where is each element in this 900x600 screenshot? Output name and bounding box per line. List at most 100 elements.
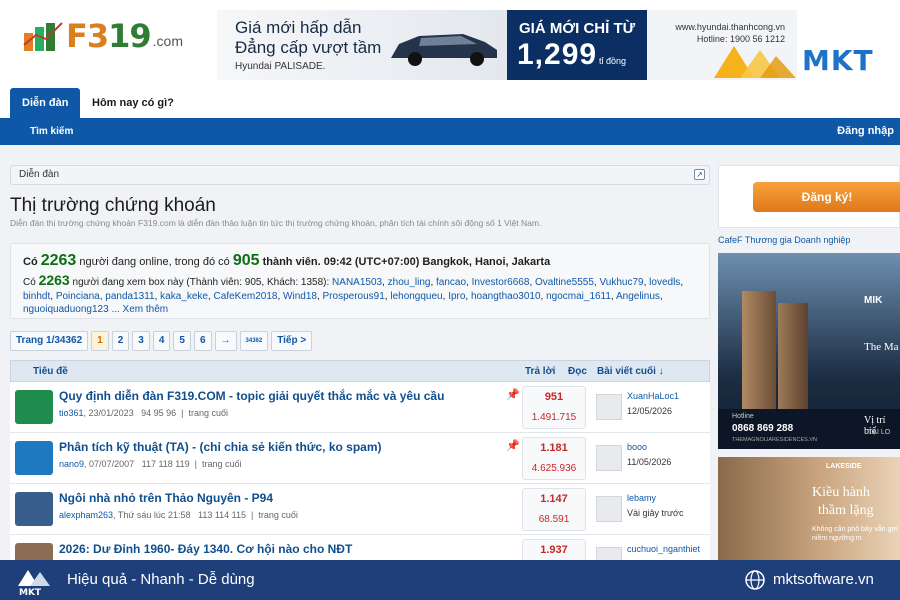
online-member-link[interactable]: panda1311 <box>105 291 154 302</box>
online-member-link[interactable]: fancao <box>436 277 466 288</box>
online-member-link[interactable]: kaka_keke <box>160 291 208 302</box>
tab-forum[interactable]: Diễn đàn <box>10 88 81 118</box>
breadcrumb-item-forum[interactable]: Diễn đàn <box>19 169 59 180</box>
online-member-link[interactable]: Poinciana <box>56 291 100 302</box>
online-member-link[interactable]: ngocmai_1611 <box>546 291 611 302</box>
last-poster-avatar[interactable] <box>596 445 622 471</box>
thread-author[interactable]: alexpham263 <box>59 510 113 520</box>
search-link[interactable]: Tìm kiếm <box>30 118 73 145</box>
building-image-icon <box>778 303 808 409</box>
online-member-link[interactable]: lovedls <box>649 277 680 288</box>
online-member-link[interactable]: Vukhuc79 <box>600 277 644 288</box>
thread-meta: alexpham263, Thứ sáu lúc 21:58 113 114 1… <box>59 510 298 520</box>
banner-left: Giá mới hấp dẫn Đẳng cấp vượt tầm Hyunda… <box>217 10 507 80</box>
thread-author[interactable]: tio361 <box>59 408 84 418</box>
page-link-2[interactable]: 2 <box>111 331 130 351</box>
last-poster-avatar[interactable] <box>596 496 622 522</box>
online-member-link[interactable]: CafeKem2018 <box>214 291 278 302</box>
thread-title-link[interactable]: Quy định diễn đàn F319.COM - topic giải … <box>59 389 444 403</box>
col-views[interactable]: Đọc <box>568 366 587 377</box>
thread-last-page-link[interactable]: trang cuối <box>258 510 298 520</box>
last-poster-link[interactable]: cuchuoi_nganthiet <box>627 544 700 554</box>
thread-title-link[interactable]: Phân tích kỹ thuật (TA) - (chỉ chia sẻ k… <box>59 440 382 454</box>
separator: , <box>659 290 663 302</box>
viewers-mid: người đang xem box này (Thành viên: 905,… <box>72 277 330 288</box>
ad1-footer: Hotline 0868 869 288 THEMAGNOLIARESIDENC… <box>718 409 900 449</box>
online-member-link[interactable]: Prosperous91 <box>323 291 385 302</box>
reply-count: 1.181 <box>540 442 568 454</box>
top-ad-banner[interactable]: Giá mới hấp dẫn Đẳng cấp vượt tầm Hyunda… <box>217 10 797 80</box>
last-poster-link[interactable]: lebamy <box>627 493 656 503</box>
sidebar-ad-magnolia[interactable]: MIK The Ma Hotline 0868 869 288 THEMAGNO… <box>718 253 900 449</box>
last-poster-link[interactable]: booo <box>627 442 647 452</box>
thread-page-links[interactable]: 113 114 115 <box>198 510 246 520</box>
logo-text: F319 <box>66 17 152 55</box>
thread-avatar-icon[interactable] <box>15 390 53 424</box>
page-link-4[interactable]: 4 <box>152 331 171 351</box>
last-post-time: 12/05/2026 <box>627 406 673 416</box>
page-link-1[interactable]: 1 <box>91 331 109 351</box>
table-row[interactable]: Phân tích kỹ thuật (TA) - (chỉ chia sẻ k… <box>10 433 710 484</box>
online-member-link[interactable]: Angelinus <box>616 291 660 302</box>
page-link-5[interactable]: 5 <box>173 331 191 351</box>
ad1-tagline-2: TẠI LO <box>868 429 891 436</box>
footer-website[interactable]: mktsoftware.vn <box>773 571 874 588</box>
online-member-link[interactable]: Ovaltine5555 <box>535 277 594 288</box>
page-description: Diễn đàn thị trường chứng khoán F319.com… <box>10 218 542 228</box>
online-member-link[interactable]: Ipro <box>448 291 465 302</box>
expand-icon[interactable]: ↗ <box>694 169 705 180</box>
banner-price-label: GIÁ MỚI CHỈ TỪ <box>519 20 636 37</box>
online-member-link[interactable]: zhou_ling <box>388 277 431 288</box>
online-member-link[interactable]: Wind18 <box>283 291 317 302</box>
table-row[interactable]: Ngôi nhà nhỏ trên Thảo Nguyên - P94 alexp… <box>10 484 710 535</box>
online-member-link[interactable]: binhdt <box>23 291 50 302</box>
ad1-brand: MIK <box>864 295 883 306</box>
online-member-link[interactable]: lehongqueu <box>390 291 442 302</box>
ad1-brand-name: The Ma <box>864 341 899 353</box>
register-button[interactable]: Đăng ký! <box>753 182 900 212</box>
last-post-time: Vài giây trước <box>627 508 684 518</box>
thread-avatar-icon[interactable] <box>15 441 53 475</box>
car-image-icon <box>391 34 497 66</box>
thread-avatar-icon[interactable] <box>15 492 53 526</box>
login-link[interactable]: Đăng nhập <box>837 118 894 145</box>
see-more-link[interactable]: ... Xem thêm <box>111 304 168 315</box>
table-row[interactable]: Quy định diễn đàn F319.COM - topic giải … <box>10 382 710 433</box>
thread-last-page-link[interactable]: trang cuối <box>202 459 242 469</box>
col-title[interactable]: Tiêu đề <box>33 366 68 377</box>
page-jump-arrow[interactable]: → <box>214 331 237 351</box>
thread-meta: nano9, 07/07/2007 117 118 119 | trang cu… <box>59 459 242 469</box>
col-replies[interactable]: Trả lời <box>525 366 555 377</box>
thread-last-page-link[interactable]: trang cuối <box>189 408 229 418</box>
ad1-hotline-label: Hotline <box>732 413 754 420</box>
page-link-3[interactable]: 3 <box>132 331 150 351</box>
sidebar-ad-lakeside[interactable]: LAKESIDE Kiều hành thầm lặng Không cần p… <box>718 457 900 560</box>
ad2-brand: LAKESIDE <box>826 463 862 470</box>
online-member-link[interactable]: Investor6668 <box>472 277 530 288</box>
online-members: 905 <box>232 252 260 269</box>
last-poster-link[interactable]: XuanHaLoc1 <box>627 391 679 401</box>
banner-headline-1: Giá mới hấp dẫn <box>235 18 362 37</box>
online-member-link[interactable]: nguoiquaduong123 <box>23 304 109 315</box>
globe-icon <box>745 570 765 590</box>
thread-author[interactable]: nano9 <box>59 459 84 469</box>
tab-whats-new[interactable]: Hôm nay có gì? <box>80 88 186 118</box>
online-member-link[interactable]: hoangthao3010 <box>471 291 541 302</box>
page-link-last[interactable]: 34362 <box>239 331 269 351</box>
thread-page-links[interactable]: 94 95 96 <box>141 408 176 418</box>
box-viewers: Có 2263 người đang xem box này (Thành vi… <box>23 273 703 317</box>
reply-count: 1.147 <box>540 493 568 505</box>
thread-title-link[interactable]: Ngôi nhà nhỏ trên Thảo Nguyên - P94 <box>59 491 273 505</box>
sidebar-ad-label[interactable]: CafeF Thương gia Doanh nghiệp <box>718 235 850 245</box>
mkt-watermark-text: MKT <box>802 43 874 77</box>
thread-page-links[interactable]: 117 118 119 <box>142 459 190 469</box>
thread-title-link[interactable]: 2026: Dư Đỉnh 1960- Đáy 1340. Cơ hội nào… <box>59 542 352 556</box>
online-member-link[interactable]: NANA1503 <box>332 277 382 288</box>
page-link-6[interactable]: 6 <box>193 331 212 351</box>
next-page-button[interactable]: Tiếp > <box>271 331 313 351</box>
last-poster-avatar[interactable] <box>596 394 622 420</box>
online-count: 2263 <box>40 252 77 269</box>
site-logo[interactable]: F319 .com <box>22 17 183 55</box>
col-last-post[interactable]: Bài viết cuối ↓ <box>597 366 664 377</box>
mkt-watermark: MKT <box>712 40 874 80</box>
